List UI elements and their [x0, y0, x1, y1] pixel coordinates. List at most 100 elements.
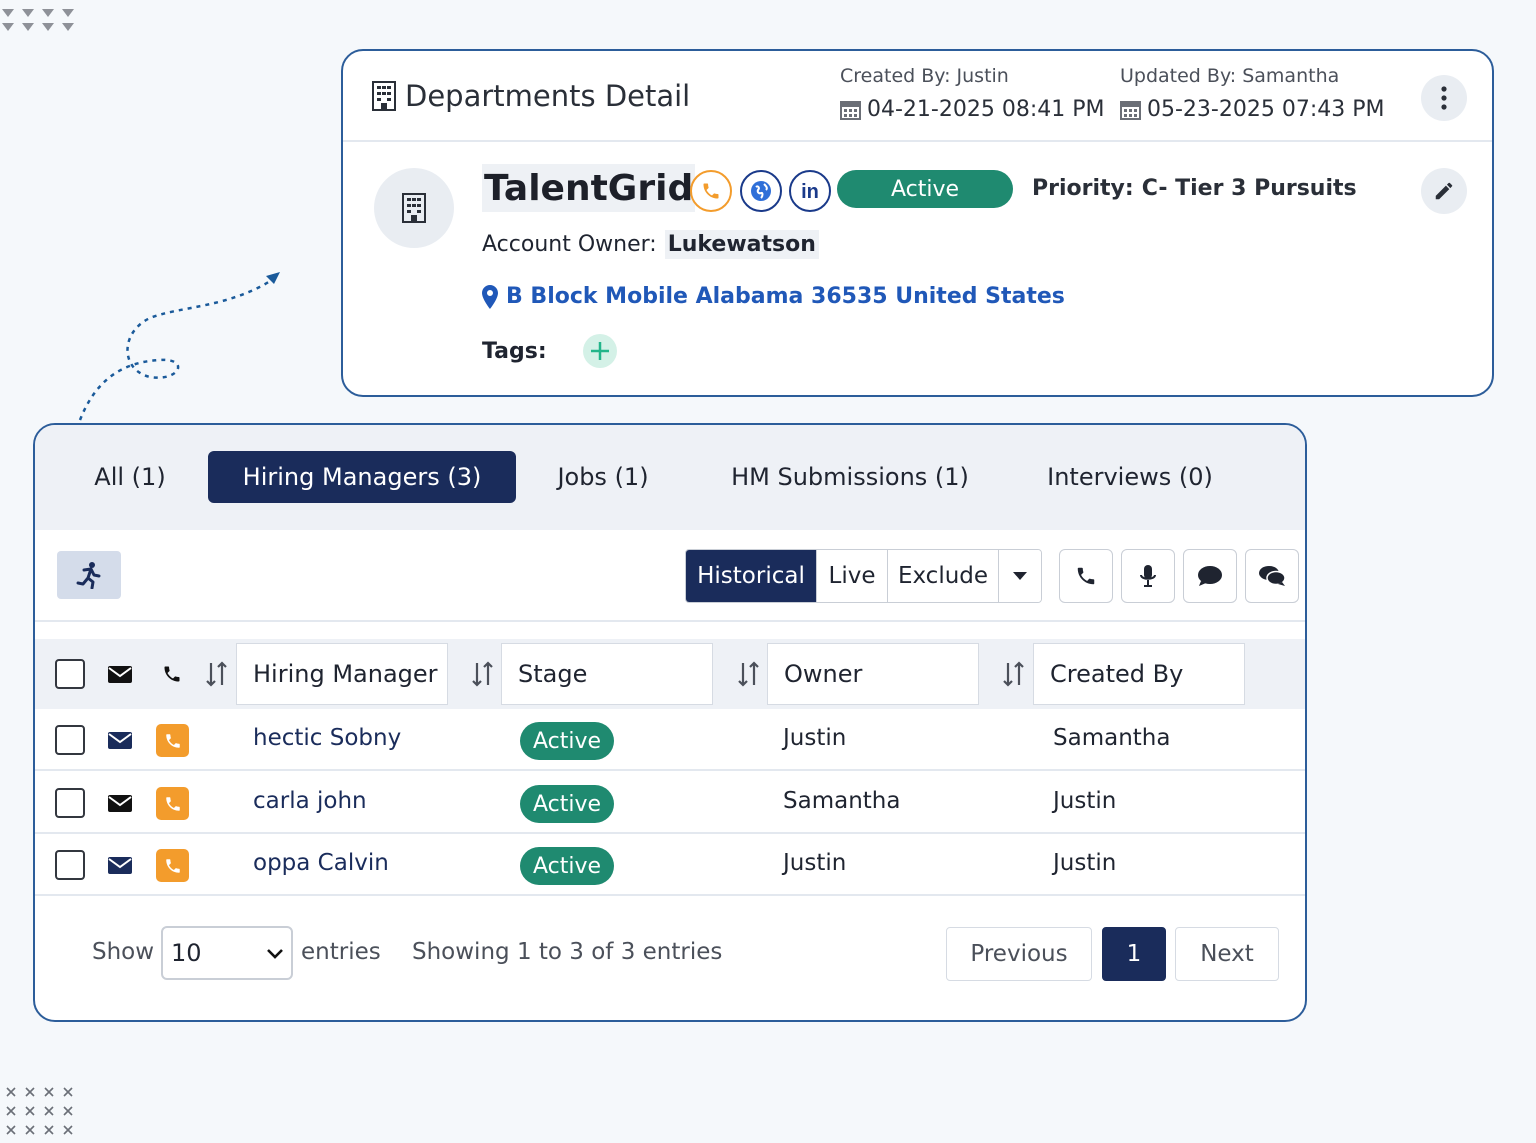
- phone-icon: [165, 796, 180, 811]
- more-options-button[interactable]: [1421, 75, 1467, 121]
- column-owner[interactable]: Owner: [767, 643, 979, 705]
- company-avatar: [374, 168, 454, 248]
- table-header: Hiring Manager Stage Owner Created By: [35, 639, 1305, 709]
- envelope-icon[interactable]: [108, 732, 132, 749]
- row-created-by: Justin: [1053, 788, 1117, 814]
- phone-icon: [165, 733, 180, 748]
- row-phone-button[interactable]: [156, 849, 189, 882]
- svg-text:in: in: [801, 181, 819, 203]
- created-meta: Created By: Justin 04-21-2025 08:41 PM: [840, 65, 1105, 122]
- row-stage-badge: Active: [520, 847, 614, 885]
- mode-live-button[interactable]: Live: [817, 550, 888, 602]
- row-checkbox[interactable]: [55, 850, 85, 880]
- row-checkbox[interactable]: [55, 788, 85, 818]
- building-icon: [372, 81, 396, 111]
- mode-dropdown-button[interactable]: [999, 550, 1041, 602]
- add-tag-button[interactable]: [582, 334, 617, 368]
- phone-icon: [703, 183, 719, 199]
- detail-title: Departments Detail: [371, 79, 690, 113]
- mode-exclude-button[interactable]: Exclude: [888, 550, 999, 602]
- tab-interviews[interactable]: Interviews (0): [1035, 451, 1225, 503]
- voice-button[interactable]: [1121, 549, 1175, 603]
- calendar-icon: [840, 101, 861, 120]
- cross-pattern-decoration: [6, 1087, 73, 1135]
- tab-hm-submissions[interactable]: HM Submissions (1): [715, 451, 985, 503]
- row-created-by: Samantha: [1053, 725, 1171, 751]
- edit-button[interactable]: [1421, 168, 1467, 214]
- calendar-icon: [1120, 101, 1141, 120]
- row-hiring-manager-link[interactable]: oppa Calvin: [253, 850, 389, 876]
- updated-date: 05-23-2025 07:43 PM: [1147, 97, 1385, 122]
- dotted-arrow-decoration: [78, 272, 280, 421]
- tab-hiring-managers[interactable]: Hiring Managers (3): [208, 451, 516, 503]
- page-size-select[interactable]: 10: [161, 926, 293, 980]
- row-created-by: Justin: [1053, 850, 1117, 876]
- column-stage[interactable]: Stage: [501, 643, 713, 705]
- call-button[interactable]: [1059, 549, 1113, 603]
- created-by-label: Created By:: [840, 65, 951, 87]
- company-linkedin-button[interactable]: in: [789, 170, 831, 212]
- priority-field: Priority: C- Tier 3 Pursuits: [1032, 176, 1357, 201]
- company-website-button[interactable]: [740, 170, 782, 212]
- phone-icon: [164, 666, 180, 682]
- mode-toggle-group: Historical Live Exclude: [685, 549, 1042, 603]
- company-status-badge: Active: [837, 170, 1013, 208]
- phone-icon: [1077, 567, 1095, 585]
- row-stage-badge: Active: [520, 785, 614, 823]
- row-checkbox[interactable]: [55, 725, 85, 755]
- detail-body: TalentGrid in Active Priority: C- Tier 3…: [343, 142, 1492, 397]
- row-phone-button[interactable]: [156, 724, 189, 757]
- account-owner-row: Account Owner: Lukewatson: [482, 230, 819, 259]
- sort-icon[interactable]: [205, 661, 229, 687]
- hiring-managers-panel: All (1) Hiring Managers (3) Jobs (1) HM …: [33, 423, 1307, 1022]
- chevron-down-icon: [267, 949, 283, 959]
- updated-by-value: Samantha: [1242, 65, 1340, 87]
- envelope-icon[interactable]: [108, 795, 132, 812]
- created-by-value: Justin: [956, 65, 1009, 87]
- company-phone-button[interactable]: [690, 170, 732, 212]
- sort-icon[interactable]: [1002, 661, 1026, 687]
- row-phone-button[interactable]: [156, 787, 189, 820]
- microphone-icon: [1140, 565, 1156, 587]
- select-all-checkbox[interactable]: [55, 659, 85, 689]
- table-row: carla john Active Samantha Justin: [35, 772, 1305, 834]
- company-name: TalentGrid: [482, 164, 696, 212]
- row-hiring-manager-link[interactable]: carla john: [253, 788, 367, 814]
- row-owner: Justin: [783, 850, 847, 876]
- message-button[interactable]: [1183, 549, 1237, 603]
- pencil-icon: [1435, 182, 1453, 200]
- entries-label: entries: [301, 939, 381, 965]
- row-owner: Samantha: [783, 788, 901, 814]
- page-size-value: 10: [171, 939, 202, 967]
- page-1-button[interactable]: 1: [1102, 927, 1166, 981]
- kebab-menu-icon: [1441, 86, 1447, 110]
- address-link[interactable]: B Block Mobile Alabama 36535 United Stat…: [482, 284, 1065, 309]
- table-toolbar: Historical Live Exclude: [35, 530, 1305, 622]
- conversation-button[interactable]: [1245, 549, 1299, 603]
- department-detail-card: Departments Detail Created By: Justin 04-…: [341, 49, 1494, 397]
- next-page-button[interactable]: Next: [1175, 927, 1279, 981]
- triangle-pattern-decoration: [2, 9, 74, 31]
- priority-label: Priority:: [1032, 176, 1134, 201]
- row-owner: Justin: [783, 725, 847, 751]
- tab-jobs[interactable]: Jobs (1): [542, 451, 664, 503]
- column-created-by[interactable]: Created By: [1033, 643, 1245, 705]
- table-row: hectic Sobny Active Justin Samantha: [35, 709, 1305, 771]
- previous-page-button[interactable]: Previous: [946, 927, 1092, 981]
- sort-icon[interactable]: [471, 661, 495, 687]
- caret-down-icon: [1013, 572, 1027, 580]
- detail-title-text: Departments Detail: [405, 79, 691, 113]
- created-date: 04-21-2025 08:41 PM: [867, 97, 1105, 122]
- row-hiring-manager-link[interactable]: hectic Sobny: [253, 725, 401, 751]
- column-hiring-manager[interactable]: Hiring Manager: [236, 643, 448, 705]
- updated-meta: Updated By: Samantha 05-23-2025 07:43 PM: [1120, 65, 1385, 122]
- sort-icon[interactable]: [737, 661, 761, 687]
- envelope-icon[interactable]: [108, 857, 132, 874]
- quick-action-button[interactable]: [57, 551, 121, 599]
- map-pin-icon: [482, 284, 498, 309]
- row-stage-badge: Active: [520, 722, 614, 760]
- mode-historical-button[interactable]: Historical: [686, 550, 817, 602]
- tab-all[interactable]: All (1): [75, 451, 185, 503]
- tags-label: Tags:: [482, 338, 547, 364]
- linkedin-icon: in: [801, 181, 819, 203]
